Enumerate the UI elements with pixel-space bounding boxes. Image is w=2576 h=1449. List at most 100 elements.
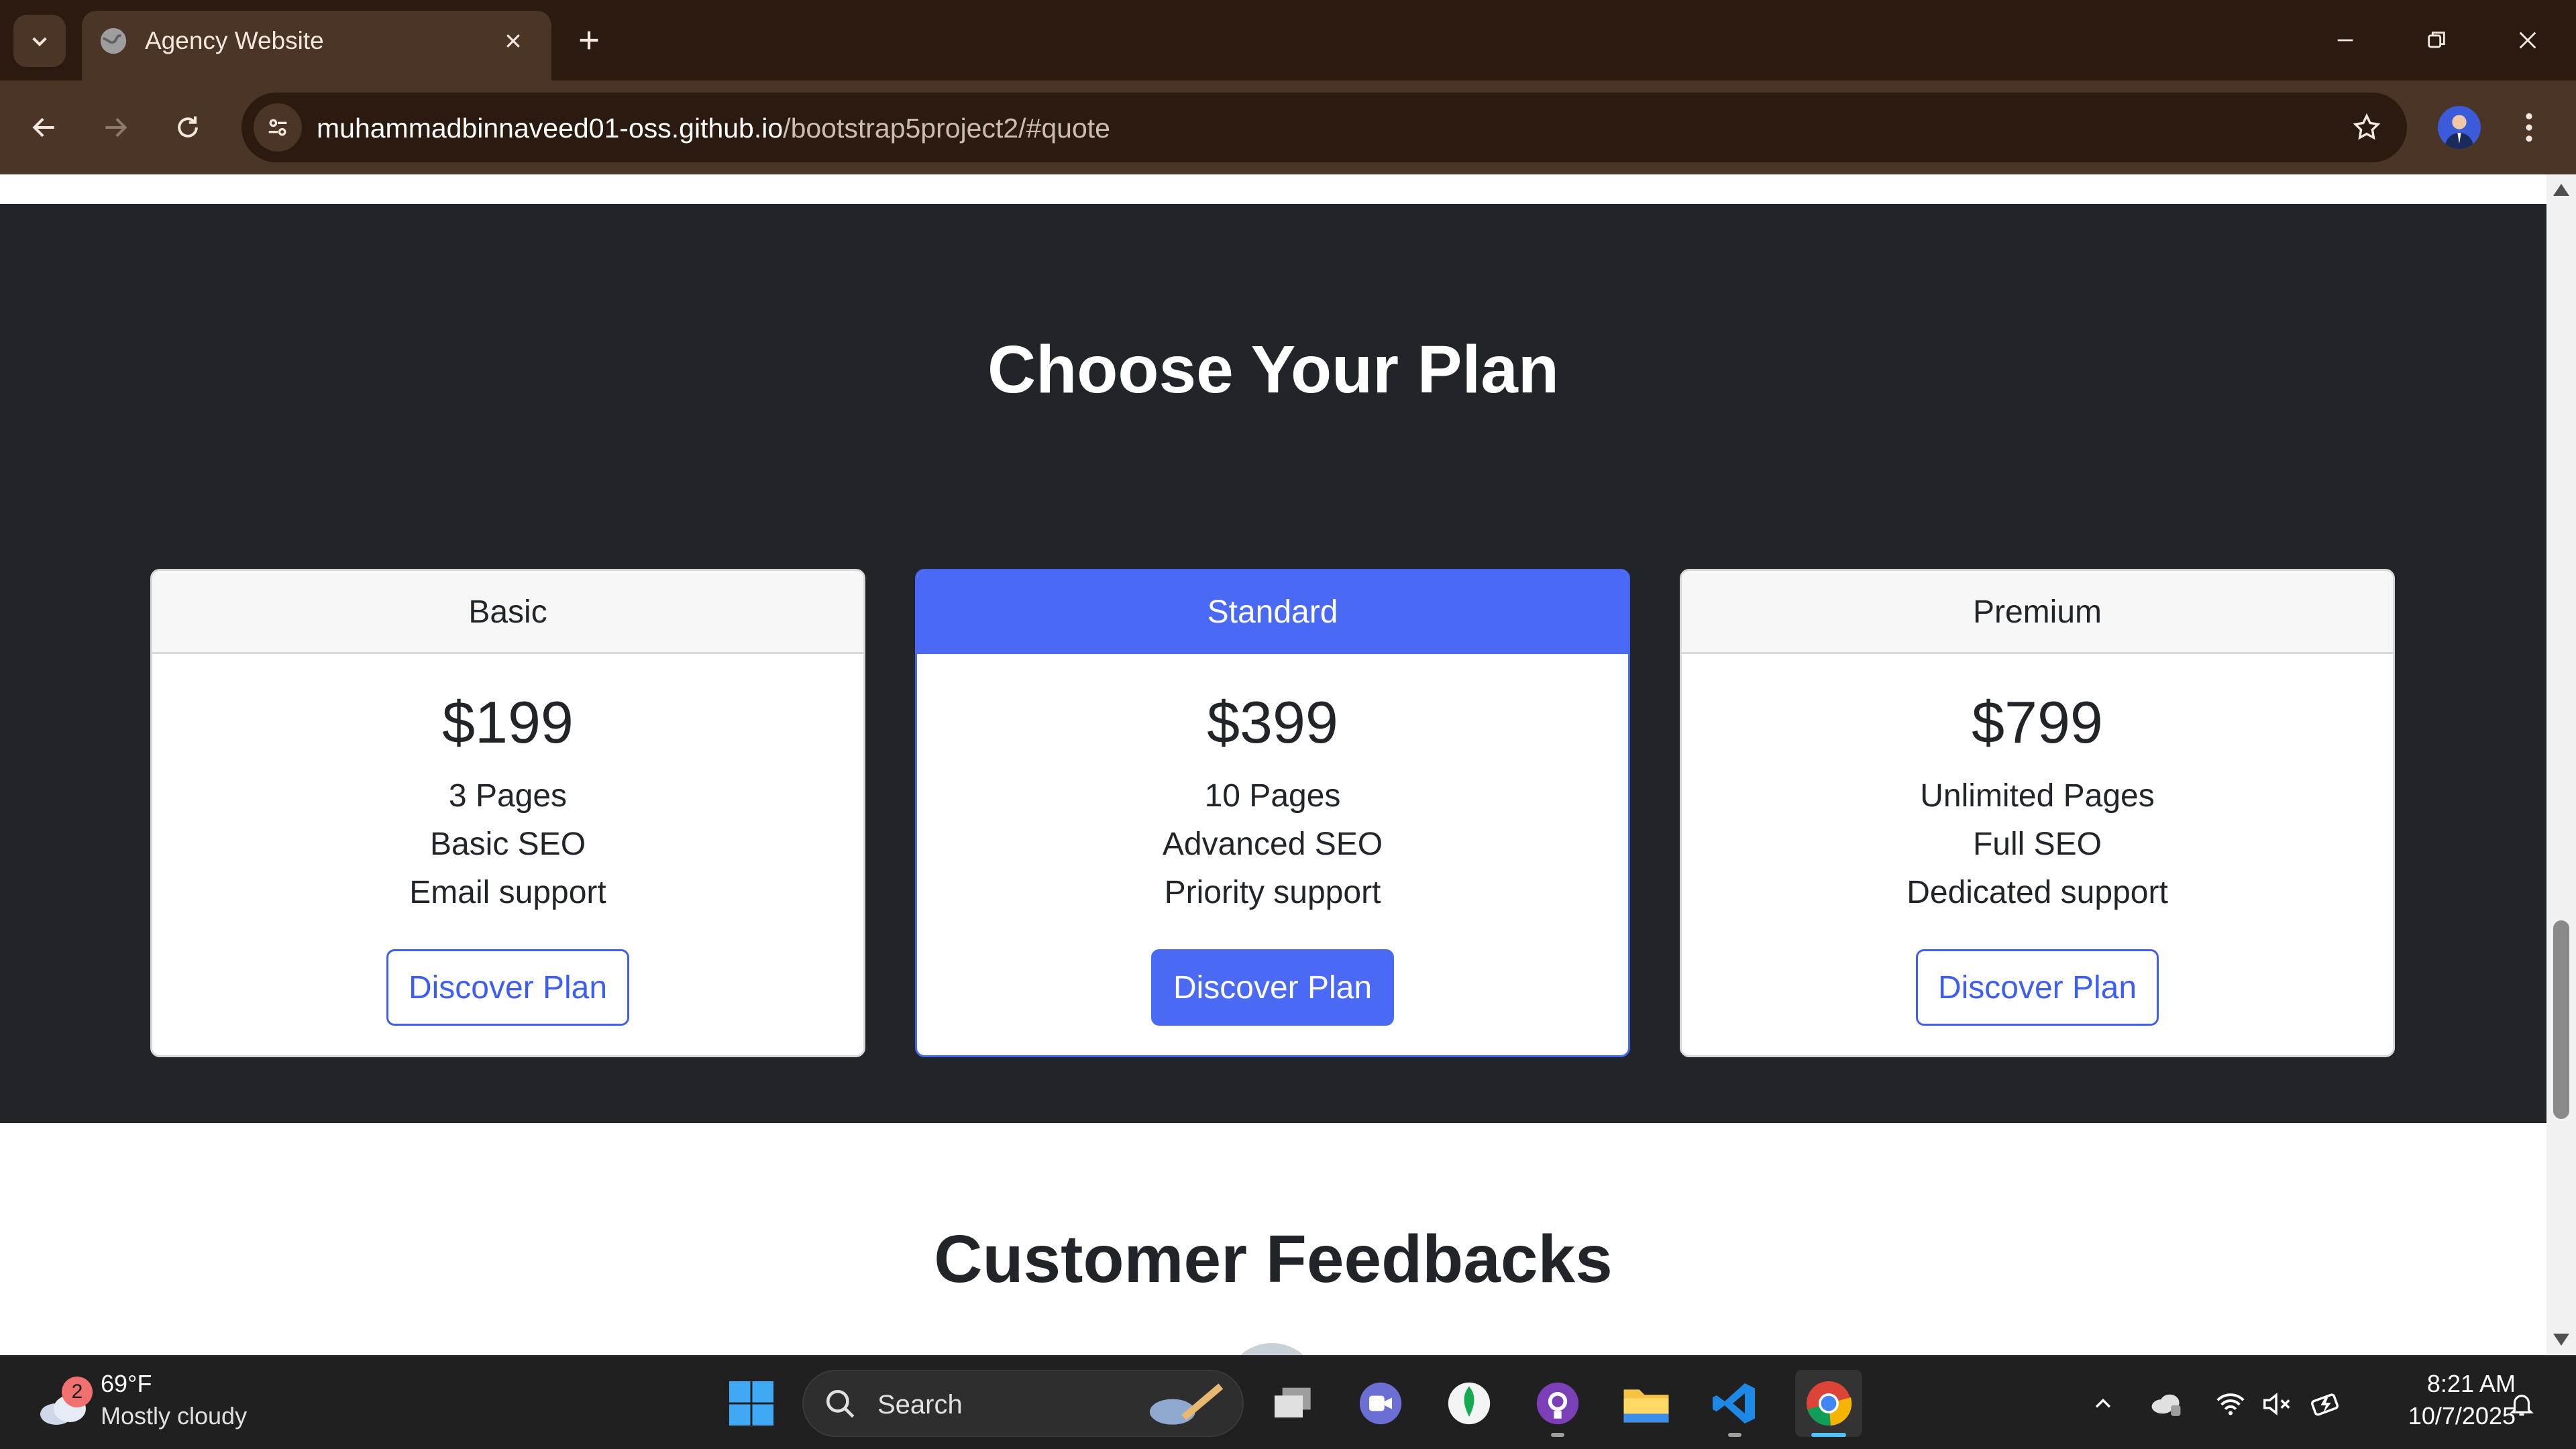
weather-desc: Mostly cloudy [101, 1402, 248, 1430]
chat-icon [1359, 1382, 1402, 1425]
url-host: muhammadbinnaveed01-oss.github.io [317, 113, 784, 144]
show-hidden-icons-button[interactable] [2086, 1387, 2120, 1421]
app-running-indicator [1551, 1433, 1564, 1437]
tab-title: Agency Website [145, 27, 324, 54]
volume-tray-icon[interactable] [2261, 1387, 2294, 1421]
discover-plan-button[interactable]: Discover Plan [1916, 949, 2159, 1026]
plan-features: Unlimited Pages Full SEO Dedicated suppo… [1682, 772, 2393, 917]
app-active-indicator [1811, 1433, 1846, 1437]
restore-icon [2428, 32, 2445, 48]
plan-feature: Dedicated support [1907, 875, 2168, 910]
close-icon [506, 34, 520, 48]
teams-button[interactable] [1354, 1377, 1407, 1430]
browser-menu-button[interactable] [2509, 101, 2549, 154]
weather-temp: 69°F [101, 1370, 152, 1397]
scroll-down-arrow-icon[interactable] [2553, 1334, 2569, 1346]
vscode-icon [1713, 1383, 1755, 1424]
plan-card-premium: Premium $799 Unlimited Pages Full SEO De… [1680, 569, 2395, 1057]
taskbar: 2 69°F Mostly cloudy Search 8:21 AM 10/7… [0, 1355, 2576, 1449]
plus-icon [580, 31, 598, 50]
more-vertical-icon [2526, 113, 2532, 142]
wifi-icon [2216, 1393, 2245, 1415]
address-bar[interactable]: muhammadbinnaveed01-oss.github.io/bootst… [241, 93, 2407, 162]
plan-features: 3 Pages Basic SEO Email support [152, 772, 863, 917]
close-window-button[interactable] [2494, 15, 2561, 66]
plan-feature: Advanced SEO [1162, 826, 1383, 862]
plan-price: $199 [442, 689, 574, 755]
discover-plan-button[interactable]: Discover Plan [386, 949, 629, 1026]
site-info-button[interactable] [254, 103, 302, 152]
clock-date: 10/7/2025 [2408, 1402, 2516, 1430]
pricing-title: Choose Your Plan [987, 332, 1559, 407]
url-text: muhammadbinnaveed01-oss.github.io/bootst… [317, 113, 1110, 144]
task-view-icon [1275, 1387, 1311, 1417]
close-icon [2519, 32, 2536, 49]
plan-name: Standard [917, 571, 1628, 654]
plan-features: 10 Pages Advanced SEO Priority support [917, 772, 1628, 917]
browser-tab-bar: Agency Website [0, 0, 2576, 80]
arrow-left-icon [32, 117, 54, 138]
bell-icon [2510, 1395, 2534, 1416]
cloud-icon [2151, 1394, 2181, 1416]
vscode-button[interactable] [1708, 1377, 1762, 1430]
chrome-button[interactable] [1795, 1370, 1862, 1437]
page-scrollbar[interactable] [2546, 174, 2576, 1355]
plan-name: Basic [152, 571, 863, 654]
feedback-title: Customer Feedbacks [934, 1222, 1613, 1297]
onedrive-tray-icon[interactable] [2149, 1387, 2183, 1421]
github-desktop-button[interactable] [1531, 1377, 1585, 1430]
start-button[interactable] [724, 1377, 778, 1430]
reload-button[interactable] [161, 101, 215, 154]
leaf-icon [1448, 1382, 1491, 1425]
bookmark-button[interactable] [2347, 107, 2387, 148]
restore-button[interactable] [2403, 15, 2470, 66]
taskbar-search[interactable]: Search [802, 1370, 1244, 1437]
chevron-down-icon [32, 37, 47, 47]
app-running-indicator [1728, 1433, 1741, 1437]
wifi-tray-icon[interactable] [2214, 1387, 2247, 1421]
feedback-avatar [1225, 1343, 1319, 1355]
profile-avatar[interactable] [2438, 106, 2481, 149]
mongodb-compass-button[interactable] [1442, 1377, 1496, 1430]
search-highlight-icon [1149, 1383, 1224, 1425]
plan-feature: Basic SEO [429, 826, 586, 862]
plan-name: Premium [1682, 571, 2393, 654]
minimize-button[interactable] [2312, 15, 2379, 66]
browser-tab[interactable]: Agency Website [82, 11, 551, 80]
plan-feature: Unlimited Pages [1920, 778, 2155, 814]
plan-feature: Priority support [1164, 875, 1381, 910]
globe-icon [100, 28, 127, 54]
search-icon [826, 1389, 855, 1418]
arrow-right-icon [105, 117, 127, 138]
tab-close-button[interactable] [495, 23, 531, 59]
minimize-icon [2337, 39, 2353, 42]
task-view-button[interactable] [1267, 1377, 1320, 1430]
forward-button[interactable] [89, 101, 142, 154]
file-explorer-button[interactable] [1619, 1377, 1673, 1430]
plan-feature: Email support [409, 875, 606, 910]
plan-feature: Full SEO [1972, 826, 2102, 862]
battery-tray-icon[interactable] [2310, 1387, 2344, 1421]
tune-icon [268, 119, 287, 136]
tab-search-button[interactable] [13, 15, 66, 67]
star-icon [2353, 113, 2381, 140]
chevron-up-icon [2095, 1398, 2111, 1408]
scroll-up-arrow-icon[interactable] [2553, 184, 2569, 196]
back-button[interactable] [17, 101, 71, 154]
plan-feature: 3 Pages [448, 778, 568, 814]
new-tab-button[interactable] [569, 20, 609, 60]
reload-icon [178, 116, 198, 138]
plan-price: $799 [1972, 689, 2103, 755]
pricing-section: Choose Your Plan Basic $199 3 Pages Basi… [0, 204, 2546, 1123]
github-icon [1536, 1382, 1579, 1425]
scroll-thumb[interactable] [2553, 920, 2569, 1119]
plan-card-basic: Basic $199 3 Pages Basic SEO Email suppo… [150, 569, 865, 1057]
plan-price: $399 [1207, 689, 1338, 755]
notifications-button[interactable] [2505, 1387, 2538, 1421]
folder-icon [1623, 1389, 1669, 1423]
clock-time: 8:21 AM [2426, 1370, 2516, 1397]
volume-muted-icon [2263, 1392, 2290, 1416]
chrome-icon [1807, 1381, 1852, 1426]
person-icon [2445, 115, 2474, 149]
discover-plan-button[interactable]: Discover Plan [1151, 949, 1394, 1026]
